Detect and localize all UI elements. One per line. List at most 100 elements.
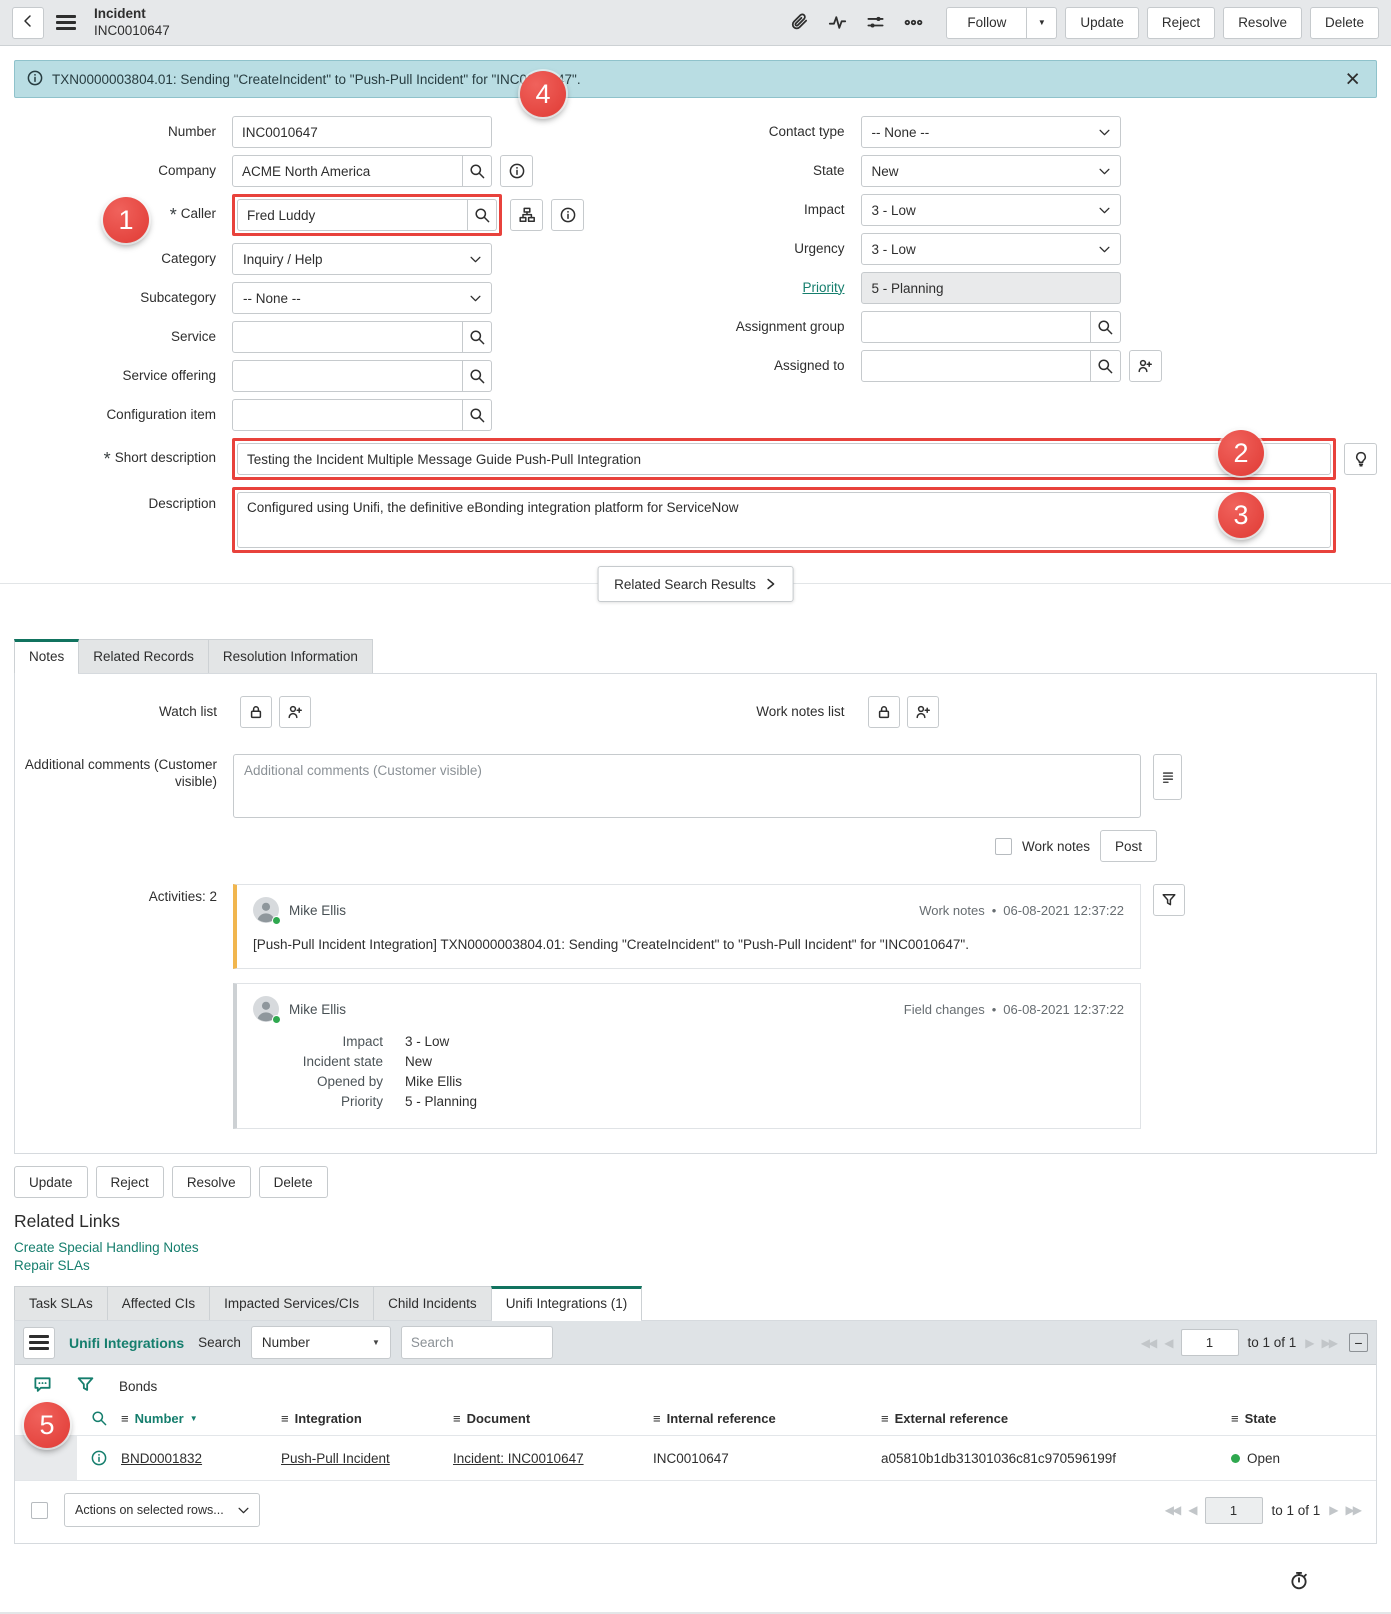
state-select[interactable]: New: [861, 155, 1121, 187]
tab-impacted-services-cis[interactable]: Impacted Services/CIs: [209, 1286, 374, 1320]
delete-button[interactable]: Delete: [259, 1166, 328, 1198]
category-select[interactable]: Inquiry / Help: [232, 243, 492, 275]
priority-label-link[interactable]: Priority: [802, 280, 844, 295]
watch-list-lock-icon[interactable]: [240, 696, 272, 728]
service-input[interactable]: [232, 321, 463, 353]
back-button[interactable]: [12, 7, 44, 39]
row-number-link[interactable]: BND0001832: [121, 1451, 202, 1466]
resolve-button[interactable]: Resolve: [172, 1166, 251, 1198]
service-offering-search-icon[interactable]: [463, 360, 492, 392]
suggestion-lightbulb-icon[interactable]: [1344, 443, 1377, 475]
search-column-select[interactable]: Number▼: [251, 1326, 391, 1359]
list-search-rows-icon[interactable]: [77, 1410, 121, 1426]
activity-filter-icon[interactable]: [1153, 884, 1185, 916]
personalize-form-icon[interactable]: [860, 8, 890, 38]
configuration-item-search-icon[interactable]: [463, 399, 492, 431]
last-page-icon[interactable]: ▶▶: [1346, 1503, 1360, 1517]
response-time-stopwatch-icon[interactable]: [1289, 1570, 1309, 1593]
caller-related-records-icon[interactable]: [510, 199, 543, 231]
row-integration-link[interactable]: Push-Pull Incident: [281, 1451, 390, 1466]
tab-resolution-information[interactable]: Resolution Information: [208, 639, 373, 673]
tab-notes[interactable]: Notes: [14, 639, 79, 673]
watch-list-add-person-icon[interactable]: [279, 696, 311, 728]
previous-page-icon[interactable]: ◀: [1164, 1336, 1171, 1350]
next-page-icon[interactable]: ▶: [1329, 1503, 1336, 1517]
assign-to-me-icon[interactable]: [1129, 350, 1162, 382]
additional-comments-textarea[interactable]: [233, 754, 1141, 818]
link-repair-slas[interactable]: Repair SLAs: [14, 1257, 1377, 1275]
number-input[interactable]: [232, 116, 492, 148]
filter-icon[interactable]: [76, 1375, 95, 1397]
caller-info-icon[interactable]: [551, 199, 584, 231]
column-header-external-reference[interactable]: ≡External reference: [881, 1411, 1231, 1426]
tab-unifi-integrations[interactable]: Unifi Integrations (1): [491, 1286, 643, 1320]
reject-button[interactable]: Reject: [1147, 7, 1215, 39]
link-create-special-handling-notes[interactable]: Create Special Handling Notes: [14, 1239, 1377, 1257]
row-document-link[interactable]: Incident: INC0010647: [453, 1451, 584, 1466]
column-header-integration[interactable]: ≡Integration: [281, 1411, 453, 1426]
subcategory-select[interactable]: -- None --: [232, 282, 492, 314]
first-page-icon[interactable]: ◀◀: [1141, 1336, 1155, 1350]
column-header-number[interactable]: ≡Number▼: [121, 1411, 281, 1426]
caller-search-icon[interactable]: [468, 199, 497, 231]
column-header-internal-reference[interactable]: ≡Internal reference: [653, 1411, 881, 1426]
column-menu-icon[interactable]: ≡: [881, 1411, 889, 1426]
update-button[interactable]: Update: [1065, 7, 1139, 39]
next-page-icon[interactable]: ▶: [1305, 1336, 1312, 1350]
update-button[interactable]: Update: [14, 1166, 88, 1198]
column-menu-icon[interactable]: ≡: [453, 1411, 461, 1426]
messages-icon[interactable]: [33, 1375, 52, 1397]
column-header-state[interactable]: ≡State: [1231, 1411, 1376, 1426]
resolve-button[interactable]: Resolve: [1223, 7, 1302, 39]
column-menu-icon[interactable]: ≡: [121, 1411, 129, 1426]
column-menu-icon[interactable]: ≡: [281, 1411, 289, 1426]
assigned-to-search-icon[interactable]: [1091, 350, 1120, 382]
contact-type-select[interactable]: -- None --: [861, 116, 1121, 148]
actions-on-selected-rows-select[interactable]: Actions on selected rows...: [64, 1493, 260, 1527]
follow-button[interactable]: Follow: [946, 7, 1027, 39]
work-notes-list-add-person-icon[interactable]: [907, 696, 939, 728]
previous-page-icon[interactable]: ◀: [1188, 1503, 1195, 1517]
service-offering-input[interactable]: [232, 360, 463, 392]
short-description-input[interactable]: [237, 443, 1331, 475]
tab-child-incidents[interactable]: Child Incidents: [373, 1286, 492, 1320]
company-info-icon[interactable]: [500, 155, 533, 187]
work-notes-checkbox[interactable]: [995, 838, 1012, 855]
work-notes-list-lock-icon[interactable]: [868, 696, 900, 728]
service-search-icon[interactable]: [463, 321, 492, 353]
tab-affected-cis[interactable]: Affected CIs: [107, 1286, 210, 1320]
related-search-results-button[interactable]: Related Search Results: [597, 566, 794, 602]
company-input[interactable]: [232, 155, 463, 187]
assignment-group-input[interactable]: [861, 311, 1092, 343]
list-search-input[interactable]: [401, 1326, 553, 1359]
assigned-to-input[interactable]: [861, 350, 1092, 382]
description-textarea[interactable]: Configured using Unifi, the definitive e…: [237, 492, 1331, 548]
reject-button[interactable]: Reject: [96, 1166, 164, 1198]
list-context-menu-icon[interactable]: [23, 1327, 55, 1359]
page-number-input[interactable]: [1205, 1497, 1263, 1524]
follow-caret-button[interactable]: ▼: [1027, 7, 1057, 39]
urgency-select[interactable]: 3 - Low: [861, 233, 1121, 265]
activity-stream-icon[interactable]: [822, 8, 852, 38]
format-lines-icon[interactable]: [1153, 754, 1182, 800]
delete-button[interactable]: Delete: [1310, 7, 1379, 39]
row-info-icon[interactable]: [77, 1450, 121, 1466]
company-search-icon[interactable]: [463, 155, 492, 187]
impact-select[interactable]: 3 - Low: [861, 194, 1121, 226]
last-page-icon[interactable]: ▶▶: [1322, 1336, 1336, 1350]
caller-input[interactable]: [237, 199, 468, 231]
close-icon[interactable]: ×: [1341, 67, 1364, 92]
post-button[interactable]: Post: [1100, 830, 1157, 862]
more-options-icon[interactable]: [898, 8, 928, 38]
assignment-group-search-icon[interactable]: [1091, 311, 1120, 343]
context-menu-icon[interactable]: [54, 11, 78, 35]
column-header-document[interactable]: ≡Document: [453, 1411, 653, 1426]
first-page-icon[interactable]: ◀◀: [1165, 1503, 1179, 1517]
attachment-icon[interactable]: [784, 8, 814, 38]
tab-related-records[interactable]: Related Records: [78, 639, 209, 673]
configuration-item-input[interactable]: [232, 399, 463, 431]
select-all-checkbox[interactable]: [31, 1502, 48, 1519]
column-menu-icon[interactable]: ≡: [653, 1411, 661, 1426]
tab-task-slas[interactable]: Task SLAs: [14, 1286, 108, 1320]
minimize-list-icon[interactable]: −: [1349, 1333, 1368, 1352]
